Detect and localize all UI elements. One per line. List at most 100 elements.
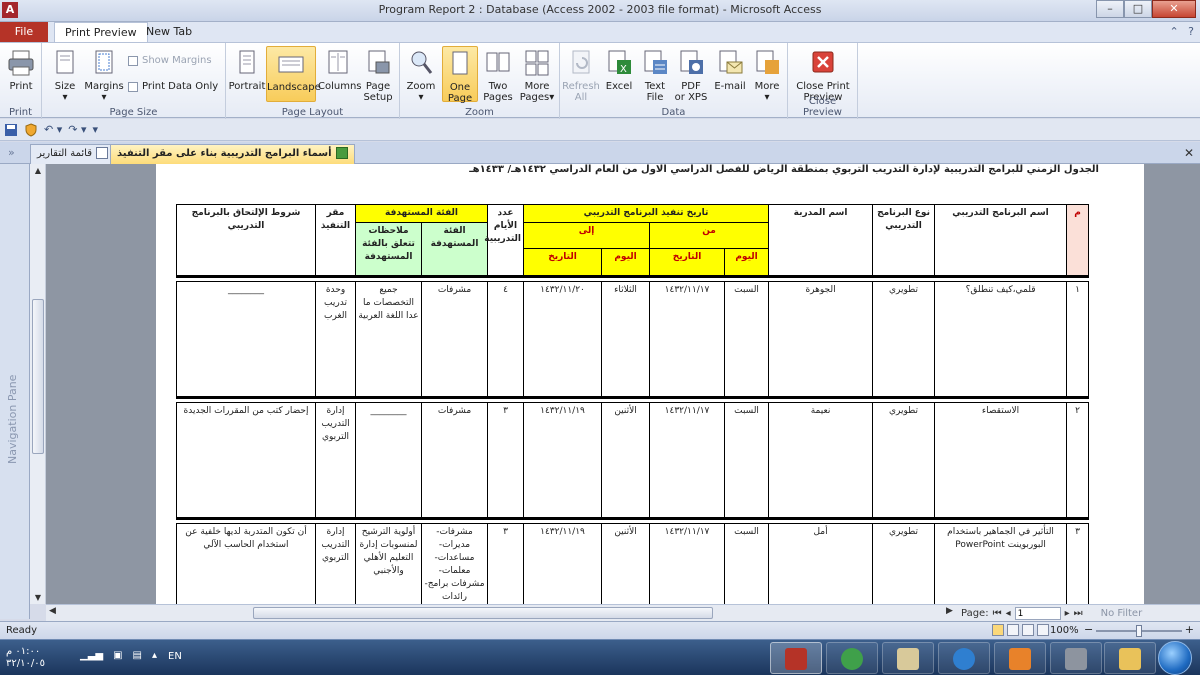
horizontal-scrollbar[interactable]: ◀ ▶ Page: ⏮ ◂ ▸ ⏭ No Filter [46,604,1200,621]
page-number-input[interactable] [1014,607,1061,620]
customize-toolbar-icon[interactable]: ▾ [93,123,99,136]
help-icon[interactable]: ? [1188,25,1194,38]
report-table: م اسم البرنامج التدريبي نوع البرنامج الت… [176,204,1090,604]
undo-icon[interactable]: ↶ ▾ [44,123,62,136]
zoom-out-icon[interactable]: − [1084,623,1093,636]
report-preview-area: الجدول الزمني للبرامج التدريبية لإدارة ا… [46,164,1200,604]
export-text-file-button[interactable]: Text File [638,46,672,103]
cell-trainer: أمل [768,523,874,604]
cell-trainer: الجوهرة [768,281,874,398]
expand-navigation-icon[interactable]: » [8,146,15,159]
network-icon[interactable]: ▣ [113,650,122,661]
tray-app-icon[interactable]: ▤ [133,650,142,661]
export-pdf-xps-button[interactable]: PDF or XPS [672,46,710,103]
size-button[interactable]: Size ▾ [50,46,80,103]
page-setup-button[interactable]: Page Setup [360,46,396,103]
redo-icon[interactable]: ↷ ▾ [68,123,86,136]
columns-button[interactable]: Columns [318,46,362,92]
signal-icon[interactable]: ▁▃▅ [80,650,103,661]
cell-num: ٣ [1066,523,1090,604]
next-page-icon[interactable]: ▸ [1065,608,1070,619]
cell-to-day: الأثنين [601,402,651,519]
close-window-button[interactable]: ✕ [1152,0,1196,18]
cell-target-group: مشرفات [421,281,488,398]
scroll-left-arrow[interactable]: ◀ [49,606,56,616]
minimize-button[interactable]: – [1096,0,1124,18]
taskbar-internet-explorer[interactable] [938,642,990,674]
refresh-all-button[interactable]: Refresh All [562,46,600,103]
design-view-icon[interactable] [1037,624,1049,636]
margins-icon [95,50,113,74]
show-margins-checkbox[interactable]: Show Margins [128,55,212,66]
cell-venue: وحدة تدريب الغرب [315,281,356,398]
shield-icon[interactable] [24,122,38,137]
taskbar-media-player[interactable] [994,642,1046,674]
scroll-right-arrow[interactable]: ▶ [946,606,953,616]
maximize-button[interactable]: □ [1124,0,1152,18]
scroll-up-arrow[interactable]: ▲ [30,166,46,175]
save-icon[interactable] [4,123,18,137]
taskbar-scanner[interactable] [1050,642,1102,674]
start-button[interactable] [1158,641,1192,675]
landscape-button[interactable]: Landscape [266,46,321,102]
tab-file[interactable]: File [0,22,48,42]
export-excel-button[interactable]: X Excel [602,46,636,92]
report-view-icon[interactable] [1007,624,1019,636]
tab-print-preview[interactable]: Print Preview [54,22,148,42]
cell-to-date: ١٤٣٢/١١/١٩ [522,402,603,519]
group-page-size: Size ▾ Margins ▾ Show Margins Print Data O… [42,43,226,119]
portrait-button[interactable]: Portrait [228,46,266,92]
clock[interactable]: ٠١:٠٠ م ٣٢/١٠/٠٥ [6,646,45,670]
people-icon [841,648,863,670]
cell-program-type: تطويري [872,523,936,604]
close-print-preview-button[interactable]: Close Print Preview [792,46,854,103]
cell-venue: إدارة التدريب التربوي [315,523,356,604]
close-document-icon[interactable]: ✕ [1184,146,1194,160]
no-filter-indicator[interactable]: No Filter [1101,608,1143,619]
one-page-button[interactable]: One Page [442,46,478,104]
page-setup-icon [368,50,390,74]
print-button[interactable]: Print [4,46,38,92]
more-pages-button[interactable]: More Pages▾ [518,46,556,103]
header-target-notes: ملاحظات تتعلق بالفئة المستهدفة [355,222,422,277]
collapse-ribbon-icon[interactable]: ⌃ [1169,25,1178,38]
pager-label: Page: [961,608,989,619]
taskbar-access[interactable] [770,642,822,674]
header-schedule: تاريخ تنفيذ البرنامج التدريبي [522,204,770,223]
cell-conditions: ________ [176,281,316,398]
tab-reports-list[interactable]: قائمة التقارير [30,144,116,164]
scroll-down-arrow[interactable]: ▼ [30,593,46,602]
two-pages-button[interactable]: Two Pages [480,46,516,103]
taskbar-notes[interactable] [882,642,934,674]
header-target-group-sub: الفئة المستهدفة [421,222,488,277]
navigation-pane[interactable]: Navigation Pane [0,164,30,619]
margins-button[interactable]: Margins ▾ [84,46,124,103]
vertical-scrollbar[interactable]: ▲ ▼ [30,164,46,604]
cell-target-group: مشرفات-مديرات-مساعدات-معلمات-مشرفات برام… [421,523,488,604]
zoom-button[interactable]: Zoom ▾ [404,46,438,103]
cell-days-count: ٣ [487,402,524,519]
cell-to-date: ١٤٣٢/١١/٢٠ [522,281,603,398]
taskbar-messenger[interactable] [826,642,878,674]
email-button[interactable]: E-mail [712,46,748,92]
tab-new-tab[interactable]: New Tab [136,22,202,42]
last-page-icon[interactable]: ⏭ [1074,608,1083,619]
show-hidden-icons[interactable]: ▴ [152,650,157,661]
zoom-slider[interactable]: − + [1084,623,1194,637]
vertical-scroll-thumb[interactable] [32,299,44,454]
previous-page-icon[interactable]: ◂ [1006,608,1011,619]
layout-view-icon[interactable] [1022,624,1034,636]
zoom-in-icon[interactable]: + [1185,623,1194,636]
page-size-icon [56,50,74,74]
language-indicator[interactable]: EN [168,651,182,662]
horizontal-scroll-thumb[interactable] [253,607,713,619]
more-export-button[interactable]: More ▾ [750,46,784,103]
view-switcher [992,624,1049,636]
first-page-icon[interactable]: ⏮ [993,608,1002,619]
tab-programs-report[interactable]: أسماء البرامج التدريبية بناء على مقر الت… [110,144,355,164]
scanner-icon [1065,648,1087,670]
print-preview-view-icon[interactable] [992,624,1004,636]
taskbar-explorer[interactable] [1104,642,1156,674]
zoom-slider-handle[interactable] [1136,625,1142,637]
print-data-only-checkbox[interactable]: Print Data Only [128,81,218,92]
